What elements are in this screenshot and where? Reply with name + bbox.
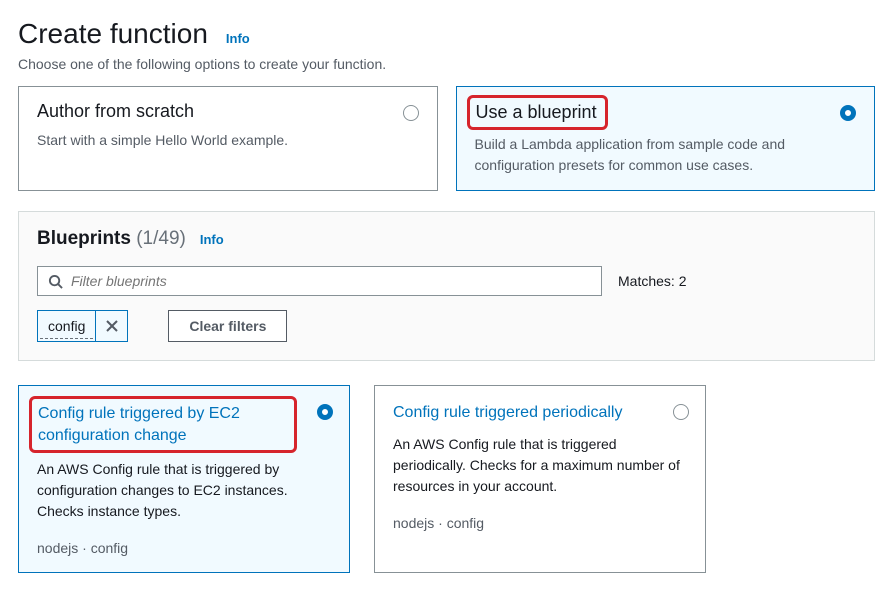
close-icon (105, 319, 119, 333)
chip-label[interactable]: config (40, 314, 93, 339)
option-desc: Build a Lambda application from sample c… (475, 134, 857, 176)
blueprints-header: Blueprints (1/49) Info (37, 228, 856, 250)
matches-label: Matches: 2 (618, 273, 686, 289)
blueprint-card-periodic[interactable]: Config rule triggered periodically An AW… (374, 385, 706, 573)
radio-icon[interactable] (403, 105, 419, 121)
option-use-blueprint[interactable]: Use a blueprint Build a Lambda applicati… (456, 86, 876, 191)
blueprints-title-text: Blueprints (37, 228, 131, 249)
filter-chip: config (37, 310, 128, 342)
filter-row: Matches: 2 (37, 266, 856, 296)
blueprint-tags: nodejs · config (393, 515, 687, 531)
filter-chips-row: config Clear filters (37, 310, 856, 360)
option-author-from-scratch[interactable]: Author from scratch Start with a simple … (18, 86, 438, 191)
blueprints-title: Blueprints (1/49) (37, 228, 186, 250)
info-link[interactable]: Info (226, 31, 250, 46)
chip-remove-button[interactable] (95, 311, 127, 341)
option-title: Use a blueprint (467, 95, 608, 130)
option-title: Author from scratch (37, 101, 419, 122)
radio-icon[interactable] (840, 105, 856, 121)
page-title: Create function (18, 18, 208, 50)
blueprint-title: Config rule triggered periodically (393, 402, 687, 424)
page-header: Create function Info (18, 18, 875, 50)
blueprints-info-link[interactable]: Info (200, 232, 224, 247)
blueprint-desc: An AWS Config rule that is triggered by … (37, 459, 331, 522)
radio-icon[interactable] (317, 404, 333, 420)
radio-icon[interactable] (673, 404, 689, 420)
blueprint-results: Config rule triggered by EC2 configurati… (18, 385, 875, 573)
option-desc: Start with a simple Hello World example. (37, 130, 419, 151)
blueprint-title: Config rule triggered by EC2 configurati… (29, 396, 297, 453)
blueprints-count: (1/49) (136, 228, 186, 249)
clear-filters-button[interactable]: Clear filters (168, 310, 287, 342)
search-icon (48, 274, 63, 289)
blueprint-desc: An AWS Config rule that is triggered per… (393, 434, 687, 497)
filter-input[interactable] (71, 273, 591, 289)
blueprint-card-ec2-change[interactable]: Config rule triggered by EC2 configurati… (18, 385, 350, 573)
blueprint-tags: nodejs · config (37, 540, 331, 556)
blueprints-panel: Blueprints (1/49) Info Matches: 2 config (18, 211, 875, 361)
filter-search-box[interactable] (37, 266, 602, 296)
creation-options: Author from scratch Start with a simple … (18, 86, 875, 191)
page-subtitle: Choose one of the following options to c… (18, 56, 875, 72)
